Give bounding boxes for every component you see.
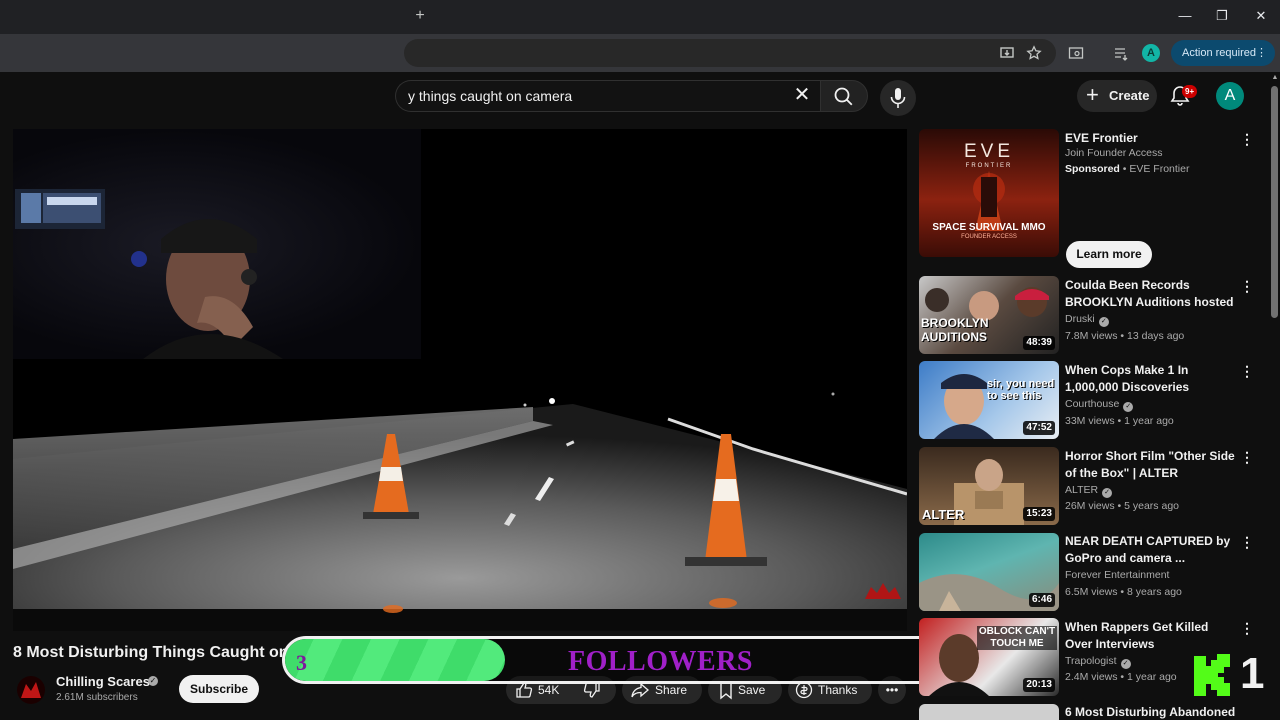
follower-current-count: 3 xyxy=(296,650,307,675)
search-button[interactable] xyxy=(820,80,868,112)
ad-more-icon[interactable]: ⋮ xyxy=(1240,130,1254,148)
recommendation-title-5[interactable]: When Rappers Get Killed Over Interviews xyxy=(1065,619,1237,653)
browser-profile-avatar[interactable]: A xyxy=(1142,44,1160,62)
tab-search-icon[interactable] xyxy=(1066,43,1086,63)
ad-subtitle: Join Founder Access xyxy=(1065,147,1163,159)
ad-thumb-logo: EVE xyxy=(963,141,1015,162)
ad-thumb-caption-sub: FOUNDER ACCESS xyxy=(961,234,1017,240)
subscribe-button[interactable]: Subscribe xyxy=(179,675,259,703)
ad-thumb-caption: SPACE SURVIVAL MMO xyxy=(932,222,1046,233)
thumb-caption-5: OBLOCK CAN'T TOUCH ME xyxy=(977,626,1057,650)
thumb-caption-2: sir, you need to see this xyxy=(987,378,1055,402)
new-tab-button[interactable]: + xyxy=(412,8,428,24)
recommendation-channel-3[interactable]: ALTER ✓ xyxy=(1065,484,1113,498)
recommendation-meta-3: 26M views • 5 years ago xyxy=(1065,500,1179,512)
follower-goal-fill xyxy=(285,639,505,681)
restore-button[interactable]: ❐ xyxy=(1214,8,1230,24)
address-bar[interactable] xyxy=(404,39,1056,67)
kick-logo-icon xyxy=(1192,654,1232,696)
scrollbar-thumb[interactable] xyxy=(1271,86,1278,318)
follower-goal-label: FOLLOWERS xyxy=(568,646,753,677)
more-options-icon[interactable]: ⋮ xyxy=(1240,448,1254,466)
ad-advertiser: EVE Frontier xyxy=(1129,163,1190,175)
video-duration: 20:13 xyxy=(1023,678,1055,692)
account-avatar[interactable]: A xyxy=(1216,82,1244,110)
recommendation-thumbnail-6[interactable] xyxy=(919,704,1059,720)
recommendation-channel-2[interactable]: Courthouse ✓ xyxy=(1065,398,1134,412)
streamer-webcam xyxy=(13,129,421,359)
browser-menu-icon[interactable]: ⋮ xyxy=(1256,40,1267,66)
learn-more-button[interactable]: Learn more xyxy=(1066,241,1152,268)
video-duration: 6:46 xyxy=(1028,593,1055,607)
verified-check-icon: ✓ xyxy=(1123,402,1134,412)
recommendation-thumbnail-2[interactable]: sir, you need to see this 47:52 xyxy=(919,361,1059,439)
recommendation-meta-1: 7.8M views • 13 days ago xyxy=(1065,330,1185,342)
verified-check-icon: ✓ xyxy=(1102,488,1113,498)
video-player[interactable] xyxy=(13,129,907,631)
action-required-label: Action required xyxy=(1182,47,1256,59)
verified-check-icon: ✓ xyxy=(148,676,158,686)
ad-thumb-logo-sub: FRONTIER xyxy=(965,163,1013,169)
subscriber-count: 2.61M subscribers xyxy=(56,692,138,703)
notifications-badge: 9+ xyxy=(1182,85,1198,98)
ad-title[interactable]: EVE Frontier xyxy=(1065,130,1237,147)
recommendation-channel-1[interactable]: Druski ✓ xyxy=(1065,313,1109,327)
sponsored-label: Sponsored xyxy=(1065,163,1120,175)
video-title: 8 Most Disturbing Things Caught on xyxy=(13,644,289,661)
recommendation-thumbnail-3[interactable]: ALTER 15:23 xyxy=(919,447,1059,525)
bookmark-star-icon[interactable] xyxy=(1024,43,1044,63)
more-options-icon[interactable]: ⋮ xyxy=(1240,619,1254,637)
close-window-button[interactable]: ✕ xyxy=(1253,8,1269,24)
recommendation-thumbnail-4[interactable]: 6:46 xyxy=(919,533,1059,611)
recommendation-title-1[interactable]: Coulda Been Records BROOKLYN Auditions h… xyxy=(1065,277,1237,311)
recommendation-thumbnail-5[interactable]: OBLOCK CAN'T TOUCH ME 20:13 xyxy=(919,618,1059,696)
ad-thumbnail[interactable]: EVE FRONTIER SPACE SURVIVAL MMO FOUNDER … xyxy=(919,129,1059,257)
recommendation-meta-5: 2.4M views • 1 year ago xyxy=(1065,671,1177,683)
verified-check-icon: ✓ xyxy=(1120,659,1131,669)
thumb-caption-3: ALTER xyxy=(922,507,965,522)
scroll-up-arrow-icon[interactable]: ▲ xyxy=(1271,74,1279,82)
video-duration: 15:23 xyxy=(1023,507,1055,521)
video-duration: 47:52 xyxy=(1023,421,1055,435)
minimize-button[interactable]: — xyxy=(1177,8,1193,24)
action-required-button[interactable]: Action required ⋮ xyxy=(1171,40,1275,66)
search-input-text: y things caught on camera xyxy=(408,88,573,104)
recommendation-channel-5[interactable]: Trapologist ✓ xyxy=(1065,655,1131,669)
recommendation-meta-2: 33M views • 1 year ago xyxy=(1065,415,1174,427)
voice-search-button[interactable] xyxy=(880,80,916,116)
verified-check-icon: ✓ xyxy=(1098,317,1109,327)
ad-sponsored-line: Sponsored • EVE Frontier xyxy=(1065,163,1189,175)
recommendation-title-6[interactable]: 6 Most Disturbing Abandoned xyxy=(1065,704,1237,720)
install-app-icon[interactable] xyxy=(997,43,1017,63)
recommendation-title-2[interactable]: When Cops Make 1 In 1,000,000 Discoverie… xyxy=(1065,362,1237,396)
create-label: Create xyxy=(1109,88,1150,103)
recommendation-title-3[interactable]: Horror Short Film "Other Side of the Box… xyxy=(1065,448,1237,482)
channel-avatar[interactable] xyxy=(17,676,45,704)
channel-name[interactable]: Chilling Scares xyxy=(56,674,150,689)
thumb-caption-1: BROOKLYN AUDITIONS xyxy=(921,316,989,344)
more-options-icon[interactable]: ⋮ xyxy=(1240,362,1254,380)
recommendation-meta-4: 6.5M views • 8 years ago xyxy=(1065,586,1182,598)
video-duration: 48:39 xyxy=(1023,336,1055,350)
browser-tab-bar xyxy=(0,0,1280,34)
more-options-icon[interactable]: ⋮ xyxy=(1240,533,1254,551)
page: + — ❐ ✕ A Action required ⋮ y things cau… xyxy=(0,0,1280,720)
recommendation-thumbnail-1[interactable]: BROOKLYN AUDITIONS 48:39 xyxy=(919,276,1059,354)
clear-search-icon[interactable]: ✕ xyxy=(792,85,812,105)
recommendation-title-4[interactable]: NEAR DEATH CAPTURED by GoPro and camera … xyxy=(1065,533,1237,567)
recommendation-channel-4[interactable]: Forever Entertainment xyxy=(1065,569,1169,581)
more-options-icon[interactable]: ⋮ xyxy=(1240,277,1254,295)
viewer-count: 1 xyxy=(1240,649,1265,698)
plus-icon: + xyxy=(1086,82,1099,107)
reading-list-icon[interactable] xyxy=(1111,43,1131,63)
